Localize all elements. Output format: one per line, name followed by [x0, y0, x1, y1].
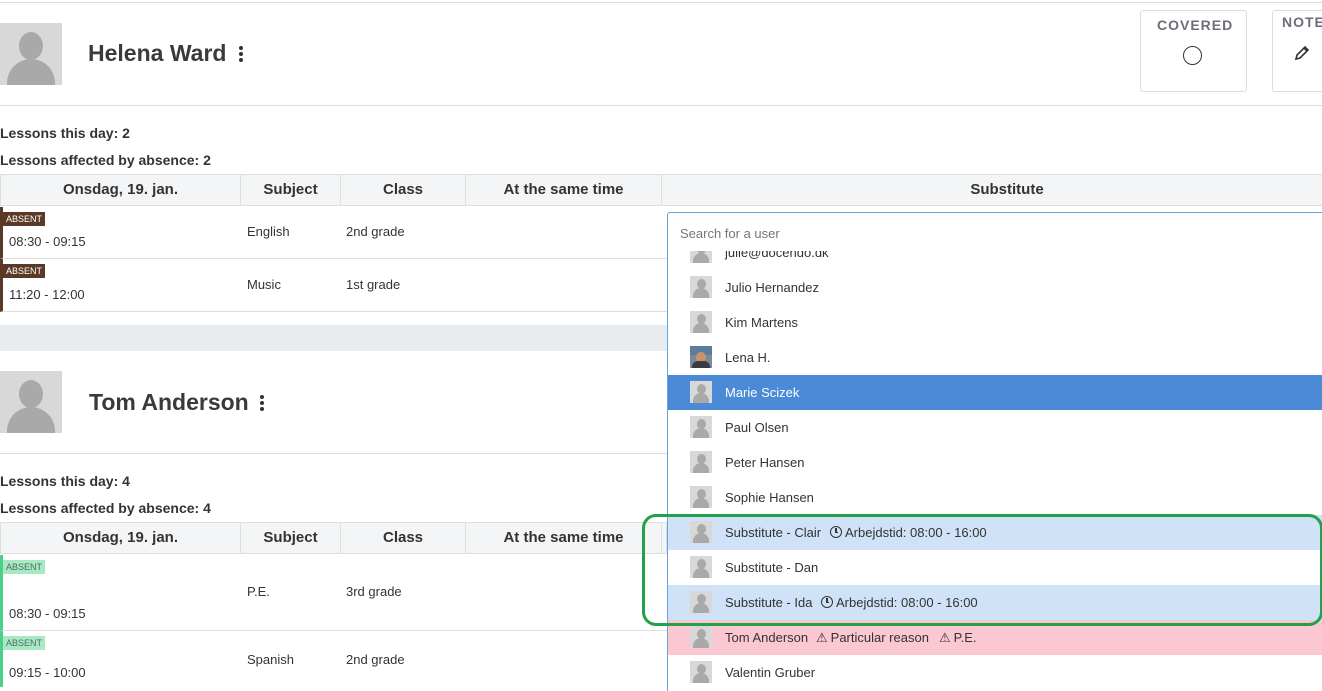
lessons-table-header: Onsdag, 19. jan. Subject Class At the sa… — [0, 174, 1322, 206]
user-photo-avatar — [690, 346, 712, 368]
kebab-menu-icon[interactable] — [260, 395, 264, 411]
table-row[interactable]: ABSENT 09:15 - 10:00 Spanish 2nd grade — [0, 631, 667, 687]
section-divider — [0, 453, 667, 454]
list-item[interactable]: Sophie Hansen — [668, 480, 1322, 515]
user-name: julie@docendo.dk — [725, 251, 829, 260]
list-item[interactable]: Paul Olsen — [668, 410, 1322, 445]
covered-card: COVERED — [1140, 10, 1247, 92]
lesson-subject: Spanish — [247, 652, 294, 667]
lesson-class: 3rd grade — [346, 584, 402, 599]
list-item[interactable]: Valentin Gruber — [668, 655, 1322, 690]
lessons-table-header: Onsdag, 19. jan. Subject Class At the sa… — [0, 522, 667, 554]
pencil-icon[interactable] — [1294, 45, 1310, 61]
top-divider — [0, 2, 1322, 3]
lessons-this-day: Lessons this day: 2 — [0, 125, 130, 141]
lesson-subject: Music — [247, 277, 281, 292]
section-separator — [0, 325, 667, 351]
column-subject: Subject — [241, 175, 341, 205]
column-substitute: Substitute — [970, 181, 1044, 198]
user-avatar-icon — [690, 416, 712, 438]
lessons-this-day: Lessons this day: 4 — [0, 473, 130, 489]
list-item[interactable]: Julio Hernandez — [668, 270, 1322, 305]
absent-badge: ABSENT — [3, 636, 46, 650]
user-avatar-icon — [0, 23, 62, 85]
user-name: Valentin Gruber — [725, 665, 816, 680]
table-row[interactable]: ABSENT 08:30 - 09:15 English 2nd grade — [0, 207, 667, 259]
radio-circle-icon[interactable] — [1183, 46, 1202, 65]
user-name: Tom Anderson — [725, 630, 809, 645]
user-avatar-icon — [690, 661, 712, 683]
covered-label: COVERED — [1157, 17, 1234, 33]
lesson-subject: English — [247, 224, 290, 239]
user-name: Marie Scizek — [725, 385, 800, 400]
absent-badge: ABSENT — [3, 212, 46, 226]
user-name: Julio Hernandez — [725, 280, 819, 295]
lessons-affected: Lessons affected by absence: 2 — [0, 152, 211, 168]
note-card: NOTE — [1272, 10, 1322, 92]
search-input[interactable] — [680, 223, 1280, 243]
column-date: Onsdag, 19. jan. — [1, 523, 241, 553]
absent-person-name: Helena Ward — [88, 40, 227, 66]
column-same-time: At the same time — [466, 175, 662, 205]
user-name: Sophie Hansen — [725, 490, 814, 505]
table-row[interactable]: ABSENT 08:30 - 09:15 P.E. 3rd grade — [0, 555, 667, 631]
lesson-class: 2nd grade — [346, 652, 405, 667]
user-avatar-icon — [0, 371, 62, 433]
note-label: NOTE — [1282, 14, 1322, 30]
substitute-search-box[interactable] — [667, 212, 1322, 252]
conflict-reason: ⚠ Particular reason — [816, 630, 929, 645]
list-item[interactable]: julie@docendo.dk — [668, 251, 1322, 270]
section-divider — [0, 105, 1322, 106]
kebab-menu-icon[interactable] — [239, 46, 243, 62]
lesson-time: 08:30 - 09:15 — [9, 234, 86, 249]
conflict-subject: ⚠ P.E. — [939, 630, 977, 645]
lesson-time: 11:20 - 12:00 — [9, 287, 85, 302]
user-avatar-icon — [690, 381, 712, 403]
user-name: Paul Olsen — [725, 420, 789, 435]
lesson-subject: P.E. — [247, 584, 270, 599]
lessons-affected: Lessons affected by absence: 4 — [0, 500, 211, 516]
user-avatar-icon — [690, 486, 712, 508]
user-avatar-icon — [690, 311, 712, 333]
list-item[interactable]: Kim Martens — [668, 305, 1322, 340]
lesson-time: 08:30 - 09:15 — [9, 606, 86, 621]
user-avatar-icon — [690, 251, 712, 263]
column-same-time: At the same time — [466, 523, 662, 553]
substitute-highlight-annotation — [642, 514, 1322, 626]
lesson-class: 1st grade — [346, 277, 401, 292]
table-row[interactable]: ABSENT 11:20 - 12:00 Music 1st grade — [0, 259, 667, 312]
list-item[interactable]: Lena H. — [668, 340, 1322, 375]
warning-icon: ⚠ — [939, 630, 951, 645]
list-item[interactable]: Peter Hansen — [668, 445, 1322, 480]
user-name: Peter Hansen — [725, 455, 805, 470]
user-name: Lena H. — [725, 350, 771, 365]
lesson-class: 2nd grade — [346, 224, 405, 239]
user-avatar-icon — [690, 451, 712, 473]
user-avatar-icon — [690, 276, 712, 298]
absent-badge: ABSENT — [3, 264, 46, 278]
user-avatar-icon — [690, 626, 712, 648]
lesson-time: 09:15 - 10:00 — [9, 665, 86, 680]
absent-badge: ABSENT — [3, 560, 46, 574]
column-class: Class — [341, 523, 466, 553]
column-date: Onsdag, 19. jan. — [1, 175, 241, 205]
list-item-selected[interactable]: Marie Scizek — [668, 375, 1322, 410]
user-name: Kim Martens — [725, 315, 798, 330]
warning-icon: ⚠ — [816, 630, 828, 645]
column-class: Class — [341, 175, 466, 205]
column-subject: Subject — [241, 523, 341, 553]
absent-person-name: Tom Anderson — [89, 389, 249, 415]
